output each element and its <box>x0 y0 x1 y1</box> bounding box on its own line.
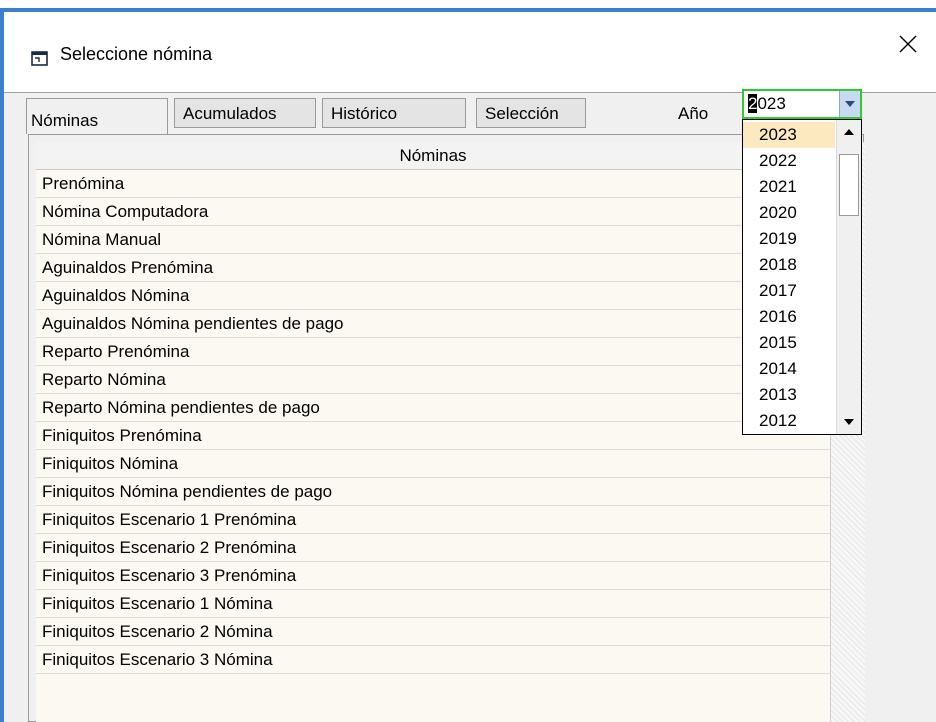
year-option[interactable]: 2021 <box>743 174 835 200</box>
scroll-up-button[interactable] <box>839 122 859 142</box>
tab-label: Nóminas <box>31 111 99 130</box>
year-option[interactable]: 2018 <box>743 252 835 278</box>
year-option[interactable]: 2013 <box>743 382 835 408</box>
year-dropdown-list[interactable]: 2023 2022 2021 2020 2019 2018 2017 2016 2015 2014… <box>742 119 862 435</box>
table-row[interactable]: Nómina Computadora <box>36 198 830 226</box>
scroll-thumb[interactable] <box>839 154 859 216</box>
chevron-down-icon <box>844 419 854 425</box>
year-option[interactable]: 2014 <box>743 356 835 382</box>
close-button[interactable] <box>886 24 930 64</box>
table-row[interactable]: Nómina Manual <box>36 226 830 254</box>
tab-historico[interactable]: Histórico <box>322 98 466 128</box>
year-option[interactable]: 2019 <box>743 226 835 252</box>
table-row[interactable]: Finiquitos Nómina <box>36 450 830 478</box>
close-icon <box>899 35 917 53</box>
nominas-grid[interactable]: Nóminas Prenómina Nómina Computadora Nómin… <box>36 142 830 722</box>
year-option[interactable]: 2023 <box>743 122 835 148</box>
tab-nominas[interactable]: Nóminas <box>26 98 168 134</box>
tab-label: Histórico <box>331 104 398 123</box>
chevron-down-icon <box>845 101 855 107</box>
screen-top-strip <box>0 0 936 8</box>
year-dropdown-button[interactable] <box>839 91 860 117</box>
year-value[interactable]: 2023 <box>748 94 786 114</box>
year-option[interactable]: 2012 <box>743 408 835 434</box>
tab-label: Selección <box>485 104 559 123</box>
table-row[interactable]: Finiquitos Escenario 1 Prenómina <box>36 506 830 534</box>
table-row[interactable]: Reparto Nómina pendientes de pago <box>36 394 830 422</box>
table-row[interactable]: Prenómina <box>36 170 830 198</box>
tab-acumulados[interactable]: Acumulados <box>174 98 316 128</box>
table-row[interactable]: Finiquitos Escenario 3 Prenómina <box>36 562 830 590</box>
year-list-scrollbar[interactable] <box>836 120 861 434</box>
table-row[interactable]: Finiquitos Prenómina <box>36 422 830 450</box>
year-option[interactable]: 2022 <box>743 148 835 174</box>
year-value-rest: 023 <box>757 94 786 113</box>
grid-rows: Prenómina Nómina Computadora Nómina Manual… <box>36 170 830 674</box>
table-row[interactable]: Finiquitos Escenario 2 Prenómina <box>36 534 830 562</box>
table-row[interactable]: Finiquitos Escenario 1 Nómina <box>36 590 830 618</box>
year-option[interactable]: 2017 <box>743 278 835 304</box>
table-row[interactable]: Finiquitos Nómina pendientes de pago <box>36 478 830 506</box>
table-row[interactable]: Reparto Nómina <box>36 366 830 394</box>
tab-label: Acumulados <box>183 104 277 123</box>
grid-column-header[interactable]: Nóminas <box>36 142 830 170</box>
table-row[interactable]: Finiquitos Escenario 2 Nómina <box>36 618 830 646</box>
year-option[interactable]: 2015 <box>743 330 835 356</box>
scroll-down-button[interactable] <box>839 412 859 432</box>
year-option[interactable]: 2020 <box>743 200 835 226</box>
table-row[interactable]: Reparto Prenómina <box>36 338 830 366</box>
table-row[interactable]: Aguinaldos Nómina <box>36 282 830 310</box>
chevron-up-icon <box>844 129 854 135</box>
table-row[interactable]: Finiquitos Escenario 3 Nómina <box>36 646 830 674</box>
window-title: Seleccione nómina <box>60 44 213 64</box>
title-bar: Seleccione nómina <box>4 12 936 92</box>
year-label: Año <box>678 104 709 123</box>
year-option[interactable]: 2016 <box>743 304 835 330</box>
table-row[interactable]: Aguinaldos Prenómina <box>36 254 830 282</box>
window-icon <box>30 48 50 68</box>
table-row[interactable]: Aguinaldos Nómina pendientes de pago <box>36 310 830 338</box>
tab-seleccion[interactable]: Selección <box>476 98 586 128</box>
year-combobox[interactable]: 2023 <box>742 89 862 119</box>
